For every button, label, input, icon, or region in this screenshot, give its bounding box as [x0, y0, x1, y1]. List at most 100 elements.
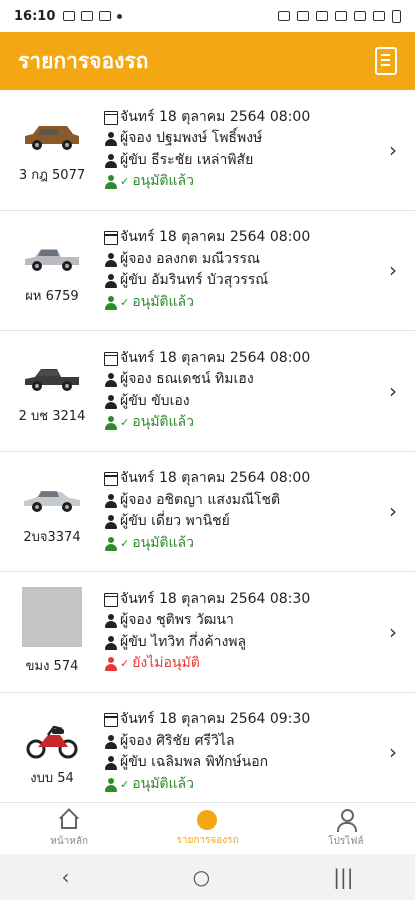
license-plate: ผห 6759 [25, 288, 79, 304]
vehicle-column: ผห 6759 [0, 235, 104, 306]
notification-icons [63, 11, 123, 21]
booker-name: ผู้จอง อชิตญา แสงมณีโชติ [120, 491, 281, 508]
booking-date: จันทร์ 18 ตุลาคม 2564 08:30 [120, 590, 311, 607]
booker-name: ผู้จอง ชุติพร วัฒนา [120, 612, 234, 629]
person-icon [104, 493, 118, 508]
status-user-check-icon [104, 657, 118, 671]
calendar-icon [104, 592, 118, 607]
calendar-icon [104, 231, 118, 245]
nav-home[interactable]: หน้าหลัก [0, 803, 138, 854]
driver-icon [104, 153, 118, 168]
booking-date: จันทร์ 18 ตุลาคม 2564 08:00 [120, 349, 311, 366]
booking-info: จันทร์ 18 ตุลาคม 2564 08:30 ผู้จอง ชุติพร… [104, 589, 415, 675]
status-user-check-icon [104, 295, 118, 310]
chevron-right-icon: › [389, 258, 397, 283]
app-bar: รายการจองรถ [0, 32, 415, 90]
vehicle-image [21, 114, 83, 156]
recents-button[interactable]: ||| [333, 865, 353, 889]
chevron-right-icon: › [389, 619, 397, 644]
profile-icon [335, 808, 357, 832]
booking-row[interactable]: 2 บช 3214 จันทร์ 18 ตุลาคม 2564 08:00 ผู้จ… [0, 331, 415, 452]
driver-name: ผู้ขับ เฉลิมพล พิทักษ์นอก [120, 754, 269, 771]
booking-row[interactable]: งบบ 54 จันทร์ 18 ตุลาคม 2564 09:30 ผู้จอง … [0, 693, 415, 803]
signal-icon [373, 11, 385, 21]
booking-icon [197, 809, 218, 830]
nav-bookings[interactable]: รายการจองรถ [138, 803, 276, 854]
booking-row[interactable]: 3 กฎ 5077 จันทร์ 18 ตุลาคม 2564 08:00 ผู้จ… [0, 90, 415, 211]
vehicle-image [21, 235, 83, 277]
status-user-check-icon [104, 777, 118, 792]
driver-name: ผู้ขับ ขับเอง [120, 392, 190, 409]
driver-name: ผู้ขับ เดี่ยว พานิชย์ [120, 513, 230, 530]
status-badge: อนุมัติแล้ว [132, 414, 194, 431]
booking-date: จันทร์ 18 ตุลาคม 2564 08:00 [120, 229, 311, 246]
vehicle-column: 2 บช 3214 [0, 355, 104, 426]
calendar-icon [104, 351, 118, 366]
booking-row[interactable]: ขมง 574 จันทร์ 18 ตุลาคม 2564 08:30 ผู้จอง… [0, 572, 415, 693]
person-icon [104, 734, 118, 749]
booking-info: จันทร์ 18 ตุลาคม 2564 08:00 ผู้จอง ปฐมพงษ… [104, 107, 415, 193]
vehicle-column: ขมง 574 [0, 587, 104, 676]
license-plate: 3 กฎ 5077 [18, 168, 86, 184]
booking-row[interactable]: 2บจ3374 จันทร์ 18 ตุลาคม 2564 08:00 ผู้จอง… [0, 452, 415, 572]
bluetooth-icon [297, 11, 309, 21]
alarm-icon [278, 11, 290, 21]
bottom-nav: หน้าหลัก รายการจองรถ โปรไฟล์ [0, 802, 415, 854]
image-icon [63, 11, 76, 21]
booking-info: จันทร์ 18 ตุลาคม 2564 09:30 ผู้จอง ศิริชั… [104, 709, 415, 795]
driver-name: ผู้ขับ ไทวิท กึ่งค้างพลู [120, 633, 247, 650]
wifi-icon [335, 11, 347, 21]
status-bar: 16:10 [0, 0, 415, 32]
booking-info: จันทร์ 18 ตุลาคม 2564 08:00 ผู้จอง อชิตญา… [104, 468, 415, 554]
nav-profile[interactable]: โปรไฟล์ [277, 803, 415, 854]
cast-icon [99, 11, 112, 21]
document-icon[interactable] [375, 47, 397, 75]
nav-bookings-label: รายการจองรถ [176, 834, 239, 846]
system-icons [278, 9, 401, 23]
booking-list: 3 กฎ 5077 จันทร์ 18 ตุลาคม 2564 08:00 ผู้จ… [0, 90, 415, 802]
status-user-check-icon [104, 536, 118, 551]
home-icon [58, 807, 80, 831]
status-badge: อนุมัติแล้ว [132, 173, 194, 190]
status-time: 16:10 [14, 8, 56, 24]
booking-row[interactable]: ผห 6759 จันทร์ 18 ตุลาคม 2564 08:00 ผู้จอง… [0, 211, 415, 331]
license-plate: งบบ 54 [30, 770, 74, 786]
nav-profile-label: โปรไฟล์ [328, 835, 364, 847]
chevron-right-icon: › [389, 137, 397, 162]
vehicle-image [21, 355, 83, 397]
page-title: รายการจองรถ [18, 48, 149, 73]
person-icon [104, 373, 118, 387]
booking-date: จันทร์ 18 ตุลาคม 2564 09:30 [120, 711, 311, 728]
booker-name: ผู้จอง ปฐมพงษ์ โพธิ์พงษ์ [120, 130, 263, 147]
driver-icon [104, 515, 118, 529]
nav-home-label: หน้าหลัก [50, 835, 89, 847]
driver-icon [104, 274, 118, 288]
dot-icon [117, 13, 123, 19]
calendar-icon [104, 713, 118, 727]
system-nav: ‹ ○ ||| [0, 854, 415, 900]
driver-name: ผู้ขับ อัมรินทร์ บัวสุวรรณ์ [120, 272, 269, 289]
chevron-right-icon: › [389, 499, 397, 524]
chevron-right-icon: › [389, 740, 397, 765]
booking-date: จันทร์ 18 ตุลาคม 2564 08:00 [120, 470, 311, 487]
status-badge: อนุมัติแล้ว [132, 775, 194, 792]
vehicle-column: งบบ 54 [0, 717, 104, 788]
booker-name: ผู้จอง ศิริชัย ศรีวิไล [120, 732, 235, 749]
driver-icon [104, 394, 118, 409]
license-plate: 2บจ3374 [23, 529, 81, 545]
battery-icon [392, 9, 401, 23]
mute-icon [316, 11, 328, 21]
home-button[interactable]: ○ [193, 865, 210, 889]
booking-info: จันทร์ 18 ตุลาคม 2564 08:00 ผู้จอง ธณเดชน… [104, 348, 415, 434]
person-icon [104, 132, 118, 146]
back-button[interactable]: ‹ [62, 865, 70, 889]
booking-date: จันทร์ 18 ตุลาคม 2564 08:00 [120, 108, 311, 125]
booker-name: ผู้จอง อลงกต มณีวรรณ [120, 250, 261, 267]
calendar-icon [104, 472, 118, 486]
message-icon [81, 11, 94, 21]
license-plate: ขมง 574 [25, 659, 79, 675]
status-badge: ยังไม่อนุมัติ [132, 655, 200, 672]
driver-name: ผู้ขับ ธีระชัย เหล่าพิสัย [120, 151, 254, 168]
license-plate: 2 บช 3214 [18, 409, 86, 425]
booking-info: จันทร์ 18 ตุลาคม 2564 08:00 ผู้จอง อลงกต … [104, 227, 415, 313]
